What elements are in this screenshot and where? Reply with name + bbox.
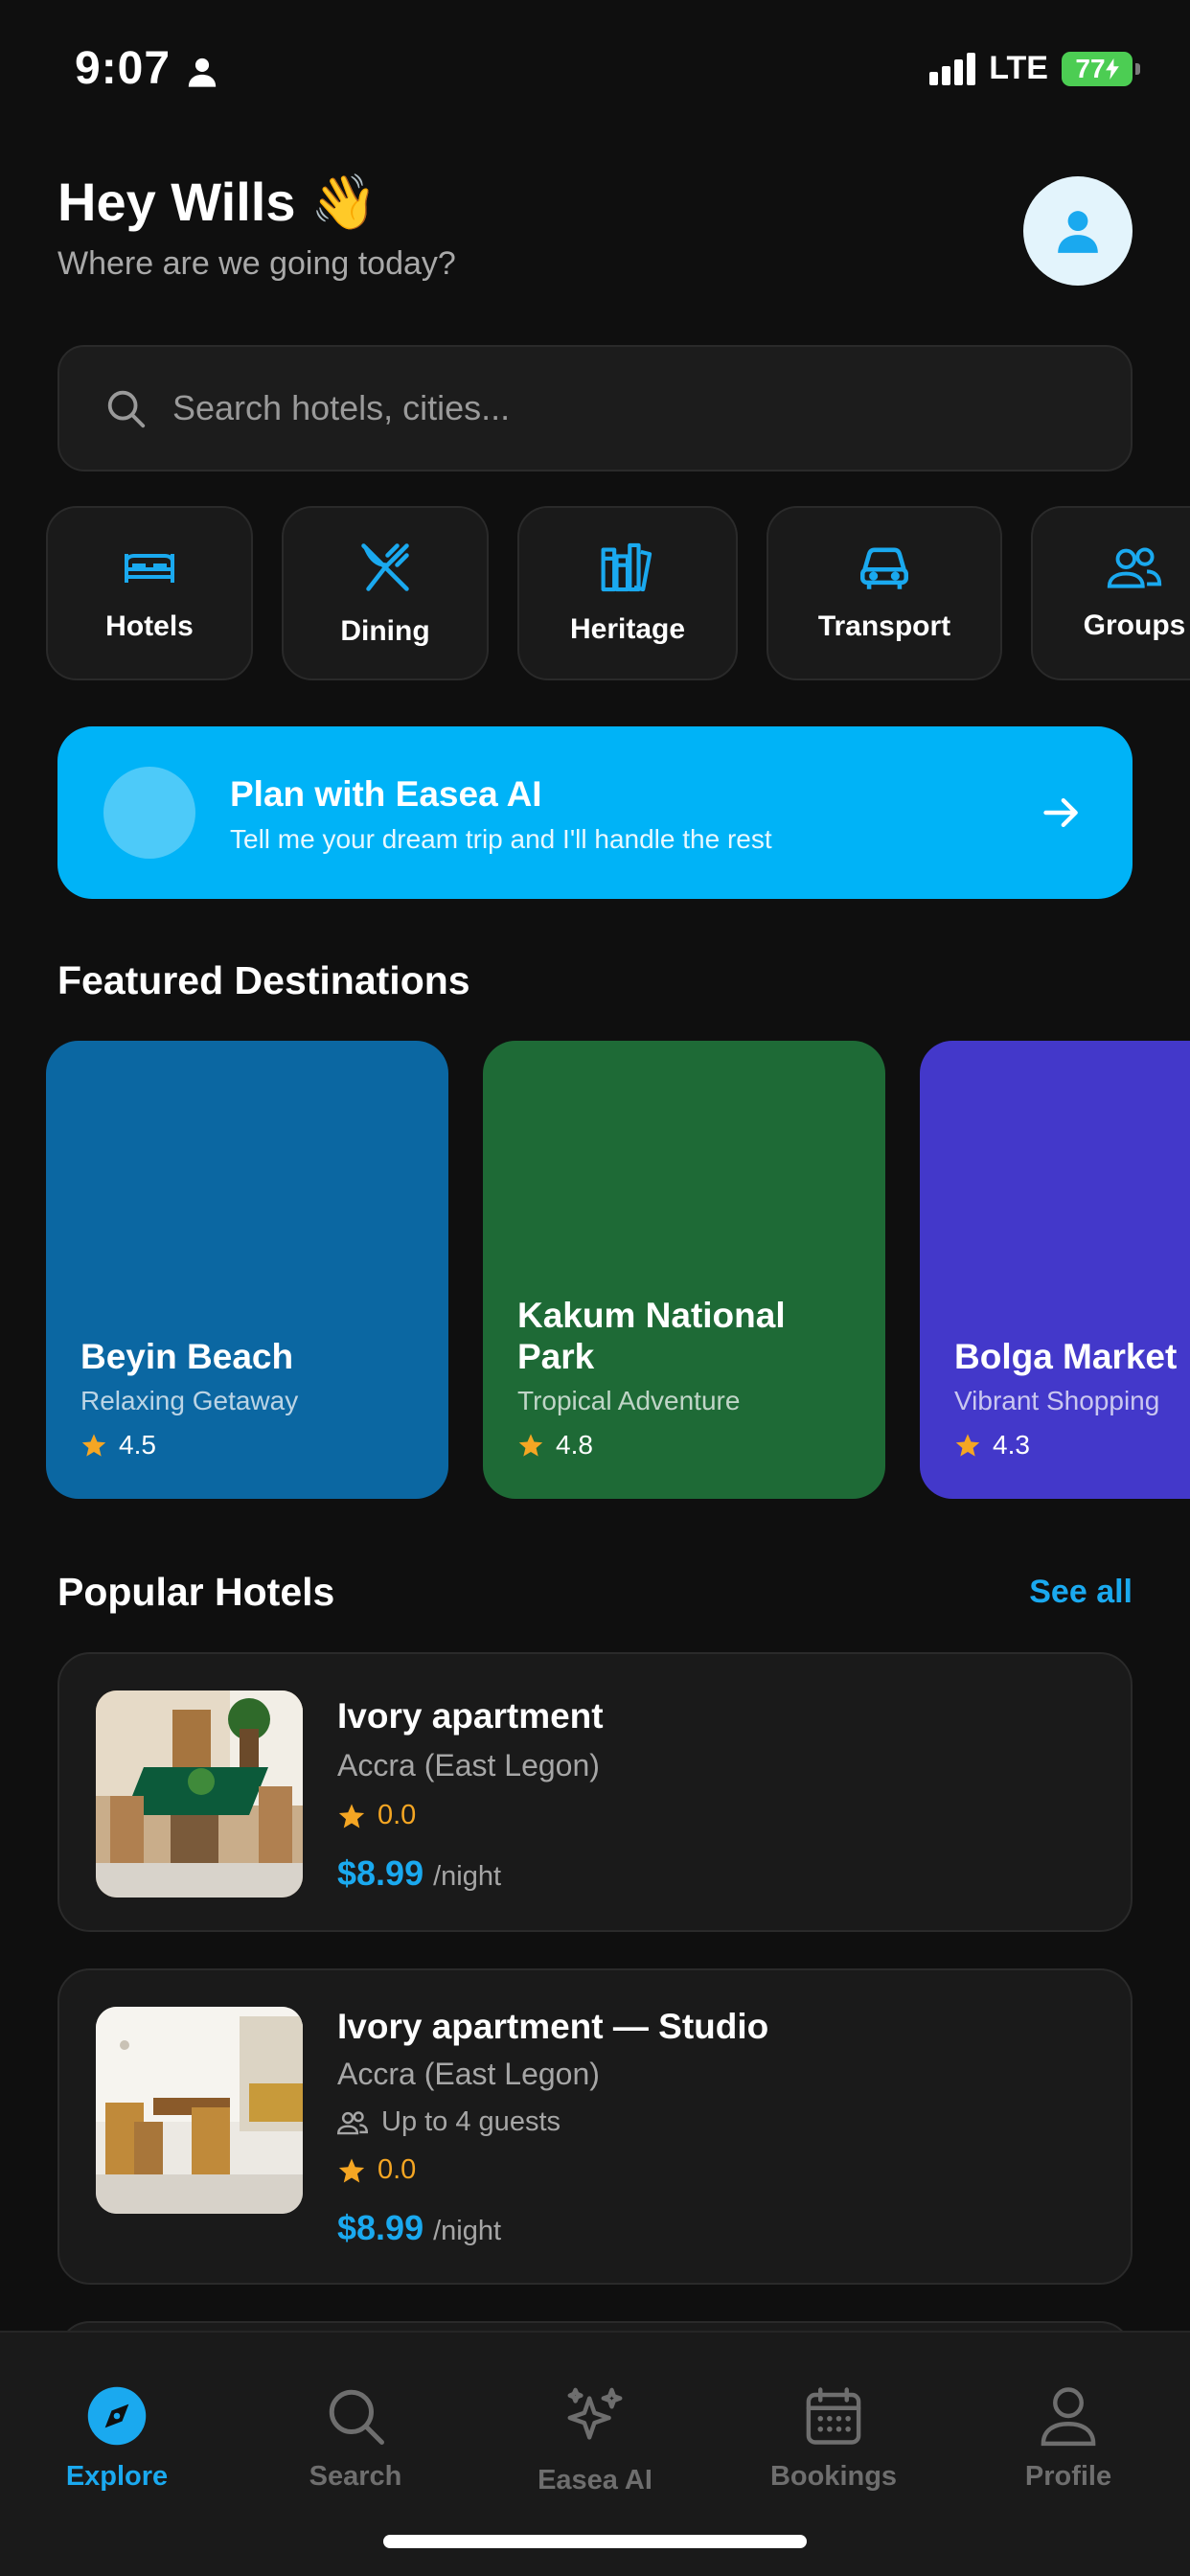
nav-search[interactable]: Search [260, 2384, 451, 2493]
search-input[interactable] [172, 388, 1035, 428]
nav-easea-ai[interactable]: Easea AI [499, 2384, 691, 2496]
category-label: Hotels [105, 610, 194, 642]
greeting-title: Hey Wills 👋 [57, 172, 378, 232]
nav-label: Profile [1024, 2461, 1112, 2492]
fork-knife-icon [361, 543, 409, 591]
destination-subtitle: Tropical Adventure [517, 1386, 741, 1415]
greeting-subtitle: Where are we going today? [57, 245, 456, 282]
search-icon [329, 2389, 384, 2445]
nav-label: Explore [65, 2461, 169, 2492]
destination-rating: 4.5 [80, 1430, 156, 1460]
person-icon [1041, 2387, 1096, 2447]
ai-plan-banner[interactable]: Plan with Easea AI Tell me your dream tr… [57, 726, 1133, 899]
category-dining[interactable]: Dining [282, 506, 489, 680]
category-transport[interactable]: Transport [767, 506, 1002, 680]
search-bar[interactable] [57, 345, 1133, 472]
hotel-guests: Up to 4 guests [337, 2106, 561, 2138]
category-label: Heritage [569, 613, 686, 645]
category-label: Transport [817, 610, 951, 642]
nav-bookings[interactable]: Bookings [738, 2384, 929, 2493]
hotel-rating: 0.0 [337, 2154, 416, 2186]
calendar-icon [806, 2387, 861, 2445]
destination-card-bolga-market[interactable]: Bolga Market Vibrant Shopping 4.3 [920, 1041, 1190, 1499]
star-icon [518, 1434, 543, 1457]
destination-card-beyin-beach[interactable]: Beyin Beach Relaxing Getaway 4.5 [46, 1041, 448, 1499]
books-icon [601, 542, 652, 592]
destination-name: Beyin Beach [80, 1337, 294, 1376]
destination-subtitle: Vibrant Shopping [954, 1386, 1160, 1415]
bed-icon [125, 554, 174, 583]
destination-subtitle: Relaxing Getaway [80, 1386, 299, 1415]
nav-profile[interactable]: Profile [973, 2384, 1164, 2493]
hotel-price: $8.99 /night [337, 2208, 501, 2248]
destination-rating: 4.3 [954, 1430, 1030, 1460]
featured-title: Featured Destinations [57, 958, 470, 1002]
person-icon [188, 58, 217, 87]
category-groups[interactable]: Groups [1031, 506, 1190, 680]
battery-level: 77 [1075, 53, 1106, 83]
nav-label: Bookings [769, 2461, 898, 2492]
category-row: Hotels Dining Heritage Transport Groups [0, 506, 1190, 680]
category-label: Groups [1083, 610, 1186, 641]
destination-card-kakum-national-park[interactable]: Kakum National Park Tropical Adventure 4… [483, 1041, 885, 1499]
users-icon [1107, 547, 1162, 588]
nav-label: Easea AI [538, 2465, 652, 2496]
compass-icon [87, 2386, 147, 2446]
car-icon [860, 547, 908, 589]
sparkles-icon [567, 2387, 623, 2440]
popular-title: Popular Hotels [57, 1570, 335, 1614]
category-label: Dining [340, 615, 430, 647]
star-icon [338, 2158, 365, 2182]
price-value: $8.99 [337, 1853, 424, 1893]
star-icon [81, 1434, 106, 1457]
hotel-rating: 0.0 [337, 1800, 416, 1831]
destination-name: Bolga Market [954, 1337, 1178, 1376]
hotel-name: Ivory apartment [337, 1696, 604, 1736]
status-bar: 9:07 LTE 77 [0, 0, 1190, 144]
hotel-price: $8.99 /night [337, 1853, 501, 1894]
ai-banner-title: Plan with Easea AI [230, 774, 542, 814]
home-indicator [383, 2535, 807, 2548]
ai-avatar-circle [103, 767, 195, 859]
status-time: 9:07 [75, 43, 172, 94]
user-icon [1058, 211, 1098, 253]
hotel-photo [96, 1690, 303, 1898]
category-heritage[interactable]: Heritage [517, 506, 738, 680]
network-type: LTE [989, 50, 1048, 86]
star-icon [955, 1434, 980, 1457]
destination-rating: 4.8 [517, 1430, 593, 1460]
see-all-link[interactable]: See all [1029, 1574, 1133, 1611]
price-value: $8.99 [337, 2208, 424, 2247]
category-hotels[interactable]: Hotels [46, 506, 253, 680]
destination-name: Kakum National Park [517, 1296, 786, 1376]
arrow-right-icon [1043, 797, 1078, 828]
search-icon [107, 390, 146, 428]
users-icon [337, 2110, 368, 2134]
ai-banner-subtitle: Tell me your dream trip and I'll handle … [230, 824, 772, 854]
hotel-photo [96, 2007, 303, 2214]
price-unit: /night [433, 1861, 502, 1892]
nav-label: Search [309, 2461, 402, 2492]
hotel-name: Ivory apartment — Studio [337, 2007, 769, 2046]
price-unit: /night [433, 2216, 502, 2246]
hotel-card[interactable]: Ivory apartment — Studio Accra (East Leg… [57, 1968, 1133, 2285]
signal-icon [929, 52, 976, 85]
nav-explore[interactable]: Explore [21, 2384, 213, 2493]
hotel-location: Accra (East Legon) [337, 2057, 600, 2091]
star-icon [338, 1804, 365, 1828]
avatar[interactable] [1023, 176, 1133, 286]
status-indicators: LTE 77 [929, 50, 1140, 87]
hotel-card[interactable]: Ivory apartment Accra (East Legon) 0.0 $… [57, 1652, 1133, 1932]
hotel-location: Accra (East Legon) [337, 1748, 600, 1782]
battery-icon: 77 [1062, 51, 1140, 86]
